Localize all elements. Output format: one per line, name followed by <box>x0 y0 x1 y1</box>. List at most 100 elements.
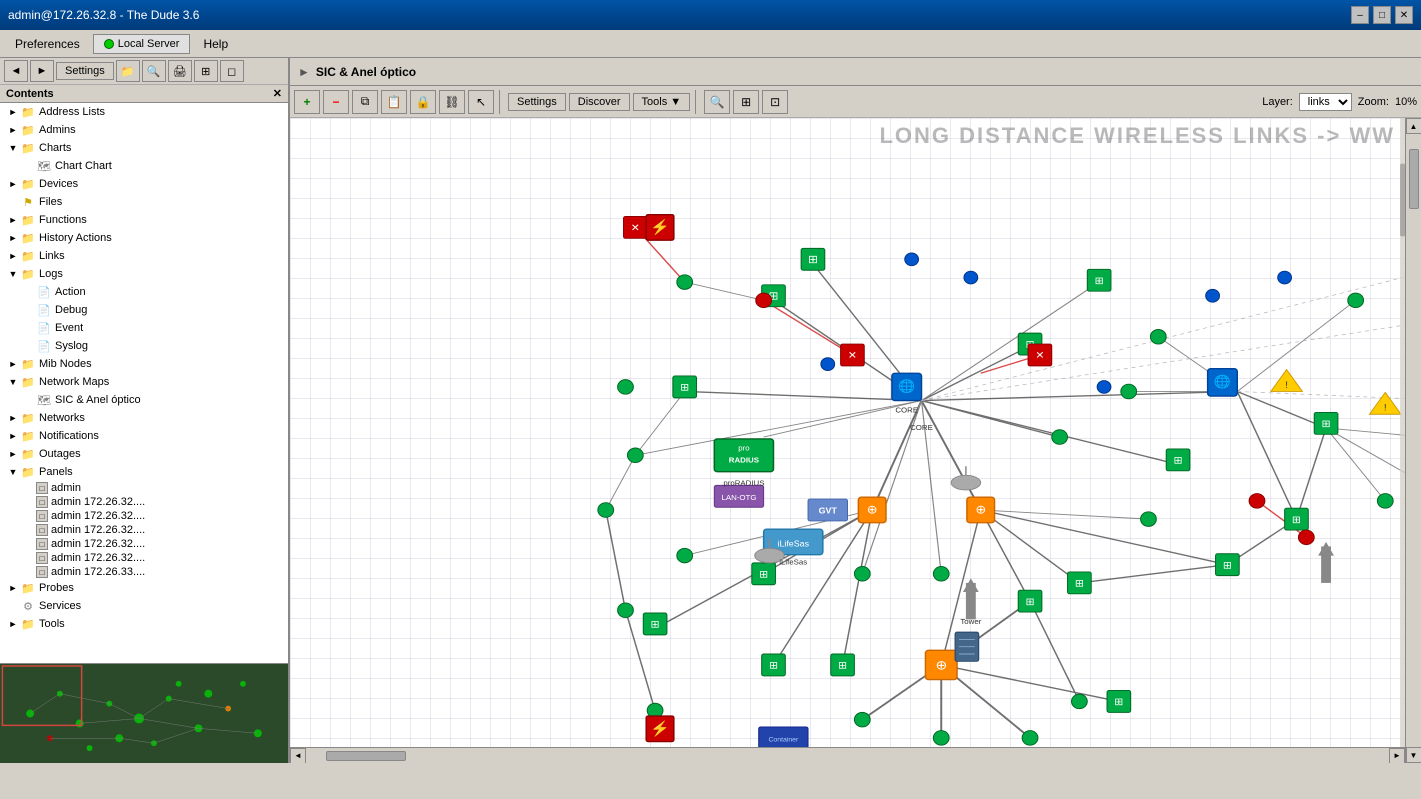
tree-item-notifications[interactable]: ►📁Notifications <box>0 427 288 445</box>
expander-networks[interactable]: ► <box>6 411 20 425</box>
expander-network-maps[interactable]: ▼ <box>6 375 20 389</box>
search-map-button[interactable]: 🔍 <box>704 90 730 114</box>
svg-text:⊞: ⊞ <box>1075 579 1084 590</box>
expander-probes[interactable]: ► <box>6 581 20 595</box>
tree-item-charts[interactable]: ▼📁Charts <box>0 139 288 157</box>
tree-item-links[interactable]: ►📁Links <box>0 247 288 265</box>
tree-item-panel-admin-4[interactable]: □admin 172.26.32.... <box>0 537 288 551</box>
contents-label: Contents <box>6 88 54 100</box>
expander-links[interactable]: ► <box>6 249 20 263</box>
layer-select[interactable]: links <box>1299 93 1352 111</box>
fit-button[interactable]: ⊡ <box>762 90 788 114</box>
tree-item-admins[interactable]: ►📁Admins <box>0 121 288 139</box>
svg-text:iLifeSas: iLifeSas <box>777 539 809 549</box>
nav-icon2[interactable]: 🔍 <box>142 60 166 82</box>
expander-notifications[interactable]: ► <box>6 429 20 443</box>
node-main-hub: 🌐 CORE <box>892 373 922 414</box>
add-node-button[interactable]: + <box>294 90 320 114</box>
tree-label-syslog: Syslog <box>55 340 88 352</box>
horizontal-scrollbar[interactable]: ◄ ► <box>290 747 1405 763</box>
local-server-menu[interactable]: Local Server <box>93 34 191 54</box>
node-secondary-hub: 🌐 <box>1208 369 1238 396</box>
forward-button[interactable]: ► <box>30 60 54 82</box>
contents-close[interactable]: ✕ <box>273 87 282 100</box>
tree-item-panel-admin-5[interactable]: □admin 172.26.32.... <box>0 551 288 565</box>
tree-item-tools[interactable]: ►📁Tools <box>0 615 288 633</box>
tree-item-panel-admin-3[interactable]: □admin 172.26.32.... <box>0 523 288 537</box>
tree-item-devices[interactable]: ►📁Devices <box>0 175 288 193</box>
discover-button[interactable]: Discover <box>569 93 630 111</box>
tree-item-panels[interactable]: ▼📁Panels <box>0 463 288 481</box>
back-button[interactable]: ◄ <box>4 60 28 82</box>
folder-icon: 📁 <box>20 176 36 192</box>
tree-item-debug[interactable]: 📄Debug <box>0 301 288 319</box>
expander-tools[interactable]: ► <box>6 617 20 631</box>
expander-panels[interactable]: ▼ <box>6 465 20 479</box>
settings-map-button[interactable]: Settings <box>508 93 566 111</box>
lock-button[interactable]: 🔒 <box>410 90 436 114</box>
tree-item-history-actions[interactable]: ►📁History Actions <box>0 229 288 247</box>
scroll-down-button[interactable]: ▼ <box>1406 747 1421 763</box>
expander-charts[interactable]: ▼ <box>6 141 20 155</box>
tree-item-chart-chart[interactable]: 🗺Chart Chart <box>0 157 288 175</box>
nav-icon5[interactable]: ◻ <box>220 60 244 82</box>
tree-item-panel-admin[interactable]: □admin <box>0 481 288 495</box>
pointer-button[interactable]: ↖ <box>468 90 494 114</box>
vertical-scrollbar[interactable]: ▲ ▼ <box>1405 118 1421 763</box>
tree-item-address-lists[interactable]: ►📁Address Lists <box>0 103 288 121</box>
expander-address-lists[interactable]: ► <box>6 105 20 119</box>
tree-item-networks[interactable]: ►📁Networks <box>0 409 288 427</box>
paste-button[interactable]: 📋 <box>381 90 407 114</box>
tree-item-network-maps[interactable]: ▼📁Network Maps <box>0 373 288 391</box>
tree-item-syslog[interactable]: 📄Syslog <box>0 337 288 355</box>
settings-button[interactable]: Settings <box>56 62 114 80</box>
scroll-up-button[interactable]: ▲ <box>1406 118 1421 134</box>
scroll-right-button[interactable]: ► <box>1389 748 1405 764</box>
settings-map-label: Settings <box>517 96 557 108</box>
svg-text:⊞: ⊞ <box>1025 597 1034 608</box>
tree-item-functions[interactable]: ►📁Functions <box>0 211 288 229</box>
expander-outages[interactable]: ► <box>6 447 20 461</box>
expander-devices[interactable]: ► <box>6 177 20 191</box>
link-button[interactable]: ⛓ <box>439 90 465 114</box>
tree-item-outages[interactable]: ►📁Outages <box>0 445 288 463</box>
tree-item-probes[interactable]: ►📁Probes <box>0 579 288 597</box>
tools-button[interactable]: Tools ▼ <box>633 93 691 111</box>
contents-tree[interactable]: ►📁Address Lists►📁Admins▼📁Charts🗺Chart Ch… <box>0 103 288 663</box>
preferences-menu[interactable]: Preferences <box>4 33 91 55</box>
svg-text:Tower: Tower <box>960 617 981 626</box>
close-button[interactable]: ✕ <box>1395 6 1413 24</box>
expander-history-actions[interactable]: ► <box>6 231 20 245</box>
tree-item-services[interactable]: ⚙Services <box>0 597 288 615</box>
tree-item-logs[interactable]: ▼📁Logs <box>0 265 288 283</box>
svg-text:pro: pro <box>738 444 749 453</box>
nav-icon1[interactable]: 📁 <box>116 60 140 82</box>
expander-admins[interactable]: ► <box>6 123 20 137</box>
tree-item-action[interactable]: 📄Action <box>0 283 288 301</box>
svg-text:🌐: 🌐 <box>1214 374 1231 389</box>
nav-icon3[interactable]: 🖨 <box>168 60 192 82</box>
help-menu[interactable]: Help <box>192 33 239 55</box>
scroll-left-button[interactable]: ◄ <box>290 748 306 764</box>
expander-functions[interactable]: ► <box>6 213 20 227</box>
maximize-button[interactable]: □ <box>1373 6 1391 24</box>
expander-logs[interactable]: ▼ <box>6 267 20 281</box>
expander-mib-nodes[interactable]: ► <box>6 357 20 371</box>
minimize-button[interactable]: – <box>1351 6 1369 24</box>
tree-item-panel-admin-2[interactable]: □admin 172.26.32.... <box>0 509 288 523</box>
copy-button[interactable]: ⧉ <box>352 90 378 114</box>
folder-icon: 📁 <box>20 410 36 426</box>
tree-item-event[interactable]: 📄Event <box>0 319 288 337</box>
tree-item-sic-anel[interactable]: 🗺SIC & Anel óptico <box>0 391 288 409</box>
tree-item-mib-nodes[interactable]: ►📁Mib Nodes <box>0 355 288 373</box>
tree-item-panel-admin-1[interactable]: □admin 172.26.32.... <box>0 495 288 509</box>
svg-text:⊞: ⊞ <box>769 661 778 672</box>
remove-node-button[interactable]: − <box>323 90 349 114</box>
tree-item-panel-admin-6[interactable]: □admin 172.26.33.... <box>0 565 288 579</box>
tree-item-files[interactable]: ⚑Files <box>0 193 288 211</box>
svg-text:⊞: ⊞ <box>1223 561 1232 572</box>
nav-icon4[interactable]: ⊞ <box>194 60 218 82</box>
grid-button[interactable]: ⊞ <box>733 90 759 114</box>
network-map[interactable]: Long Distance Wireless links -> ww <box>290 118 1405 747</box>
svg-text:⊕: ⊕ <box>975 503 986 516</box>
